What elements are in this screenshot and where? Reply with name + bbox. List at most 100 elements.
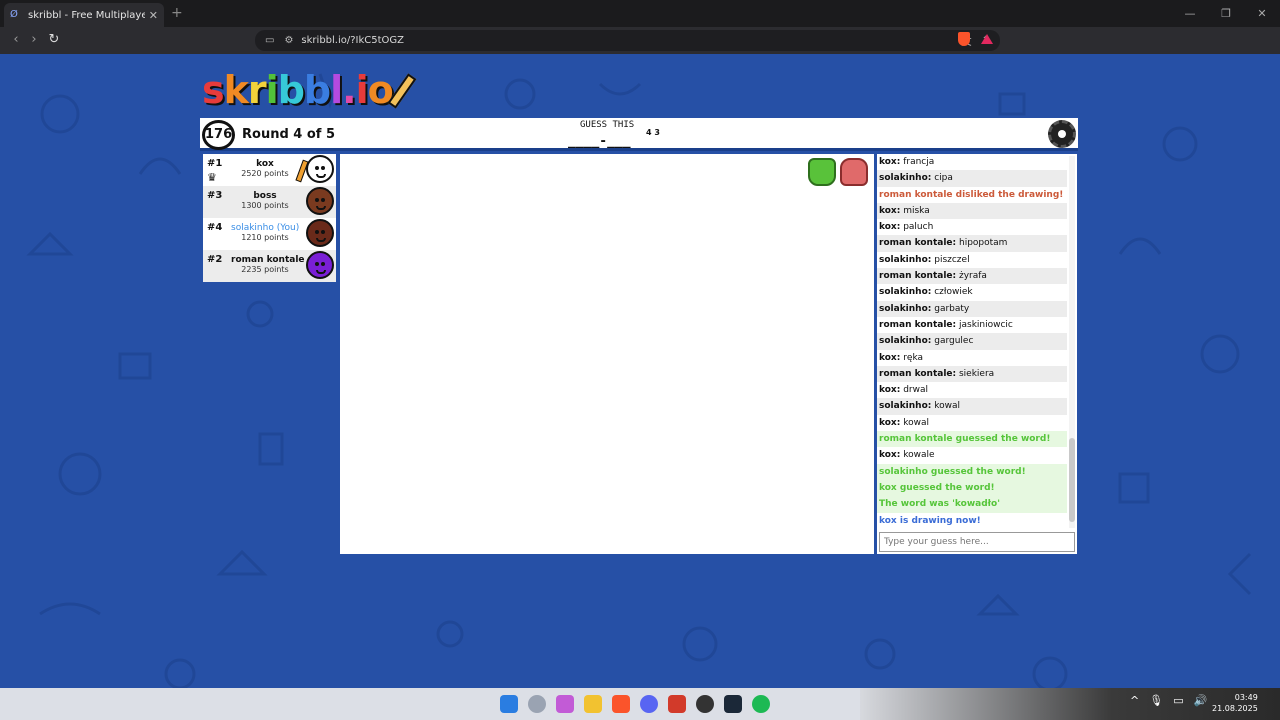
chat-username: kox: bbox=[879, 205, 901, 216]
chat-message: solakinho: kowal bbox=[877, 398, 1067, 415]
game-header: 176 Round 4 of 5 GUESS THIS ____-___ 4 3 bbox=[200, 118, 1078, 151]
word-hint-blanks: ____-___ bbox=[568, 134, 631, 149]
new-tab-button[interactable]: + bbox=[171, 5, 183, 21]
chat-message: roman kontale: hipopotam bbox=[877, 235, 1067, 252]
chevron-up-icon[interactable]: ^ bbox=[1130, 694, 1139, 707]
alarm-clock-icon: 176 bbox=[202, 120, 235, 150]
windows-start-icon[interactable] bbox=[500, 695, 518, 713]
player-name: boss bbox=[253, 191, 277, 201]
player-row[interactable]: #1 ♛ kox 2520 points bbox=[203, 154, 336, 186]
back-icon[interactable]: ‹ bbox=[8, 32, 24, 47]
player-row[interactable]: #4 solakinho (You) 1210 points bbox=[203, 218, 336, 250]
browser-tab[interactable]: Ø skribbl - Free Multiplayer Drawin ✕ bbox=[4, 3, 164, 27]
player-name: kox bbox=[256, 159, 274, 169]
chat-username: roman kontale: bbox=[879, 238, 957, 249]
chat-username: kox: bbox=[879, 385, 901, 396]
chat-text: solakinho guessed the word! bbox=[879, 466, 1026, 477]
url-text[interactable]: skribbl.io/?IkC5tOGZ bbox=[301, 35, 951, 46]
chat-text: garbaty bbox=[931, 303, 970, 314]
tab-close-icon[interactable]: ✕ bbox=[149, 9, 158, 22]
avatar bbox=[306, 219, 334, 247]
chat-text: siekiera bbox=[956, 368, 995, 379]
chat-text: żyrafa bbox=[956, 271, 987, 282]
tab-title: skribbl - Free Multiplayer Drawin bbox=[28, 9, 145, 21]
chat-username: solakinho: bbox=[879, 173, 932, 184]
guess-input[interactable] bbox=[879, 532, 1075, 552]
app-icon[interactable] bbox=[668, 695, 686, 713]
player-rank: #1 ♛ bbox=[207, 158, 223, 184]
chat-message: solakinho: garbaty bbox=[877, 300, 1067, 317]
chat-message: roman kontale: żyrafa bbox=[877, 268, 1067, 285]
steam-icon[interactable] bbox=[724, 695, 742, 713]
player-list: #1 ♛ kox 2520 points #3 boss 1300 points #4… bbox=[203, 154, 336, 282]
chat-scroll-thumb[interactable] bbox=[1069, 438, 1075, 522]
chat-message: kox: drwal bbox=[877, 382, 1067, 398]
skribbl-favicon-icon: Ø bbox=[10, 9, 18, 20]
chat-messages: kox: francja solakinho: cipa roman kontale… bbox=[877, 154, 1067, 530]
settings-gear-icon[interactable] bbox=[1048, 120, 1076, 148]
browser-toolbar: ‹ › ↻ ▭ ⚙ skribbl.io/?IkC5tOGZ 文 ⇪ ✦ ▣ ♫… bbox=[0, 27, 1280, 73]
chat-text: kox is drawing now! bbox=[879, 515, 981, 526]
player-row[interactable]: #3 boss 1300 points bbox=[203, 186, 336, 218]
file-explorer-icon[interactable] bbox=[584, 695, 602, 713]
bookmark-icon[interactable]: ▭ bbox=[265, 35, 274, 46]
player-points: 1300 points bbox=[241, 201, 289, 210]
thumb-up-icon[interactable] bbox=[808, 158, 836, 186]
restore-icon[interactable]: ❐ bbox=[1208, 0, 1244, 27]
guess-this-label: GUESS THIS bbox=[580, 120, 635, 130]
chat-username: solakinho: bbox=[879, 254, 932, 265]
chat-text: kowale bbox=[900, 450, 935, 461]
chat-text: The word was 'kowadło' bbox=[879, 499, 1000, 510]
avatar bbox=[306, 251, 334, 279]
chat-message: kox: kowale bbox=[877, 447, 1067, 463]
forward-icon[interactable]: › bbox=[26, 32, 42, 47]
reload-icon[interactable]: ↻ bbox=[46, 32, 62, 47]
chat-username: kox: bbox=[879, 157, 901, 167]
chat-text: jaskiniowcic bbox=[956, 319, 1013, 330]
chat-message: solakinho: gargulec bbox=[877, 333, 1067, 350]
microphone-icon[interactable]: 🎙 bbox=[1149, 694, 1163, 707]
chat-scrollbar[interactable] bbox=[1069, 156, 1075, 528]
player-points: 1210 points bbox=[241, 233, 289, 242]
chat-message: kox: miska bbox=[877, 202, 1067, 220]
minimize-icon[interactable]: — bbox=[1172, 0, 1208, 27]
player-row[interactable]: #2 roman kontale 2235 points bbox=[203, 250, 336, 282]
chat-text: kox guessed the word! bbox=[879, 482, 995, 493]
chat-message: The word was 'kowadło' bbox=[877, 496, 1067, 513]
github-icon[interactable] bbox=[696, 695, 714, 713]
brave-shield-icon[interactable] bbox=[958, 32, 970, 46]
brave-browser-icon[interactable] bbox=[612, 695, 630, 713]
chat-username: solakinho: bbox=[879, 303, 932, 314]
chat-username: roman kontale: bbox=[879, 368, 957, 379]
word-lengths: 4 3 bbox=[646, 128, 660, 137]
thumb-down-icon[interactable] bbox=[840, 158, 868, 186]
site-settings-icon[interactable]: ⚙ bbox=[284, 35, 293, 46]
address-bar[interactable]: ▭ ⚙ skribbl.io/?IkC5tOGZ 文 ⇪ bbox=[255, 30, 1000, 51]
copilot-icon[interactable] bbox=[556, 695, 574, 713]
chat-message: solakinho guessed the word! bbox=[877, 463, 1067, 480]
spotify-icon[interactable] bbox=[752, 695, 770, 713]
player-points: 2235 points bbox=[241, 265, 289, 274]
taskbar-clock[interactable]: 03:49 21.08.2025 bbox=[1212, 692, 1258, 714]
network-icon[interactable]: ▭ bbox=[1173, 694, 1183, 707]
chat-message: kox: paluch bbox=[877, 219, 1067, 235]
crown-icon: ♛ bbox=[207, 171, 217, 184]
round-indicator: Round 4 of 5 bbox=[242, 127, 336, 142]
chat-message: kox: francja bbox=[877, 154, 1067, 170]
chat-message: kox: kowal bbox=[877, 415, 1067, 431]
player-rank: #3 bbox=[207, 190, 223, 201]
brave-rewards-icon[interactable] bbox=[981, 34, 993, 44]
player-name: roman kontale bbox=[231, 255, 305, 265]
avatar bbox=[306, 155, 334, 183]
system-tray: ^ 🎙 ▭ 🔊 bbox=[1130, 694, 1207, 707]
discord-icon[interactable] bbox=[640, 695, 658, 713]
chat-username: solakinho: bbox=[879, 401, 932, 412]
chat-text: piszczel bbox=[931, 254, 970, 265]
search-icon[interactable] bbox=[528, 695, 546, 713]
drawing-canvas[interactable] bbox=[340, 154, 874, 554]
chat-username: solakinho: bbox=[879, 287, 932, 298]
chat-text: kowal bbox=[900, 417, 929, 428]
taskbar-apps bbox=[500, 695, 770, 713]
close-window-icon[interactable]: ✕ bbox=[1244, 0, 1280, 27]
volume-icon[interactable]: 🔊 bbox=[1194, 694, 1208, 707]
